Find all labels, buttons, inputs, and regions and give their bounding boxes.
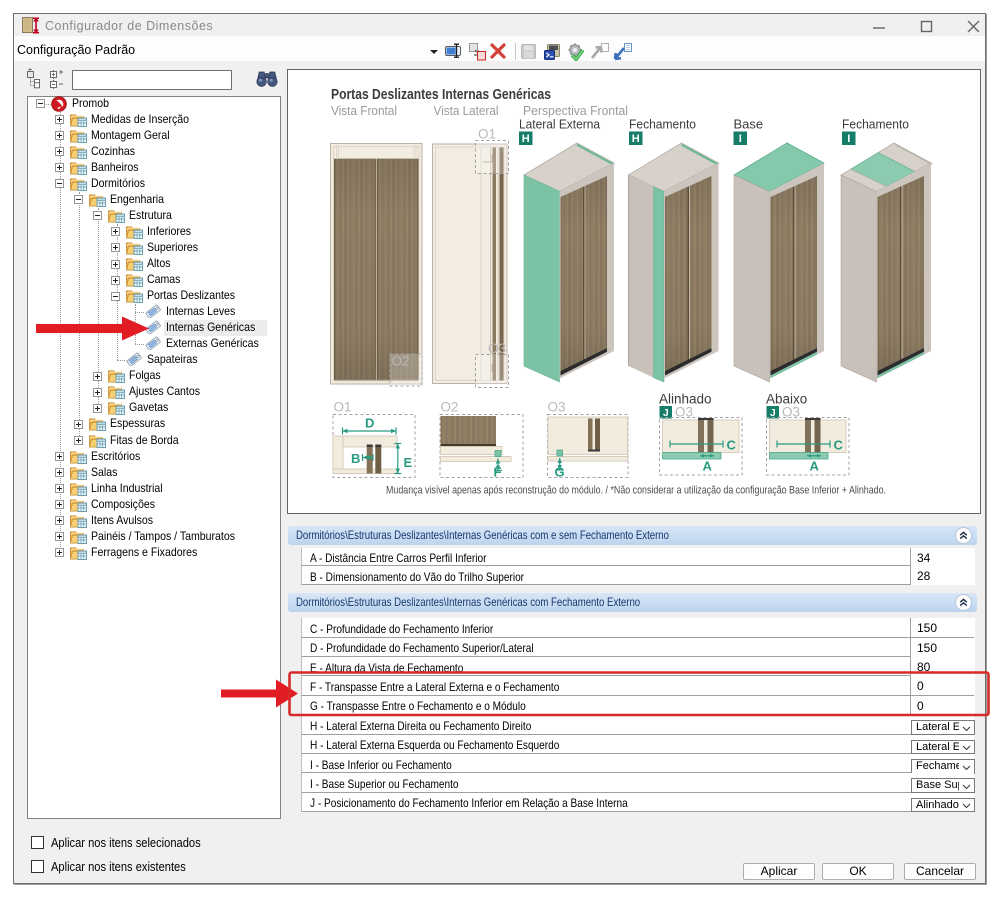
svg-text:O3: O3 xyxy=(488,341,506,356)
svg-text:Portas Deslizantes Internas Ge: Portas Deslizantes Internas Genéricas xyxy=(331,87,551,103)
svg-text:Lateral Externa: Lateral Externa xyxy=(519,117,601,132)
svg-text:Vista Lateral: Vista Lateral xyxy=(434,104,499,118)
svg-text:O2: O2 xyxy=(392,354,410,369)
svg-text:C: C xyxy=(727,438,737,453)
svg-text:B: B xyxy=(351,451,360,466)
svg-text:I: I xyxy=(847,133,850,145)
svg-text:Vista Frontal: Vista Frontal xyxy=(331,104,397,118)
svg-text:A: A xyxy=(703,459,713,474)
svg-text:H: H xyxy=(522,133,530,145)
svg-text:I: I xyxy=(739,133,742,145)
svg-text:A: A xyxy=(810,459,820,474)
svg-text:H: H xyxy=(632,133,640,145)
svg-text:F: F xyxy=(494,465,502,480)
svg-text:O2: O2 xyxy=(441,400,459,415)
svg-text:D: D xyxy=(365,416,374,431)
svg-text:O1: O1 xyxy=(334,400,352,415)
svg-text:G: G xyxy=(555,465,565,480)
svg-text:Fechamento: Fechamento xyxy=(629,117,696,132)
svg-text:O3: O3 xyxy=(548,400,566,415)
svg-text:Fechamento: Fechamento xyxy=(842,117,909,132)
svg-text:C: C xyxy=(834,438,844,453)
svg-text:E: E xyxy=(404,455,413,470)
svg-text:O1: O1 xyxy=(478,127,496,142)
svg-text:Mudança visível apenas após re: Mudança visível apenas após reconstrução… xyxy=(386,485,886,497)
svg-text:Base: Base xyxy=(734,117,764,132)
